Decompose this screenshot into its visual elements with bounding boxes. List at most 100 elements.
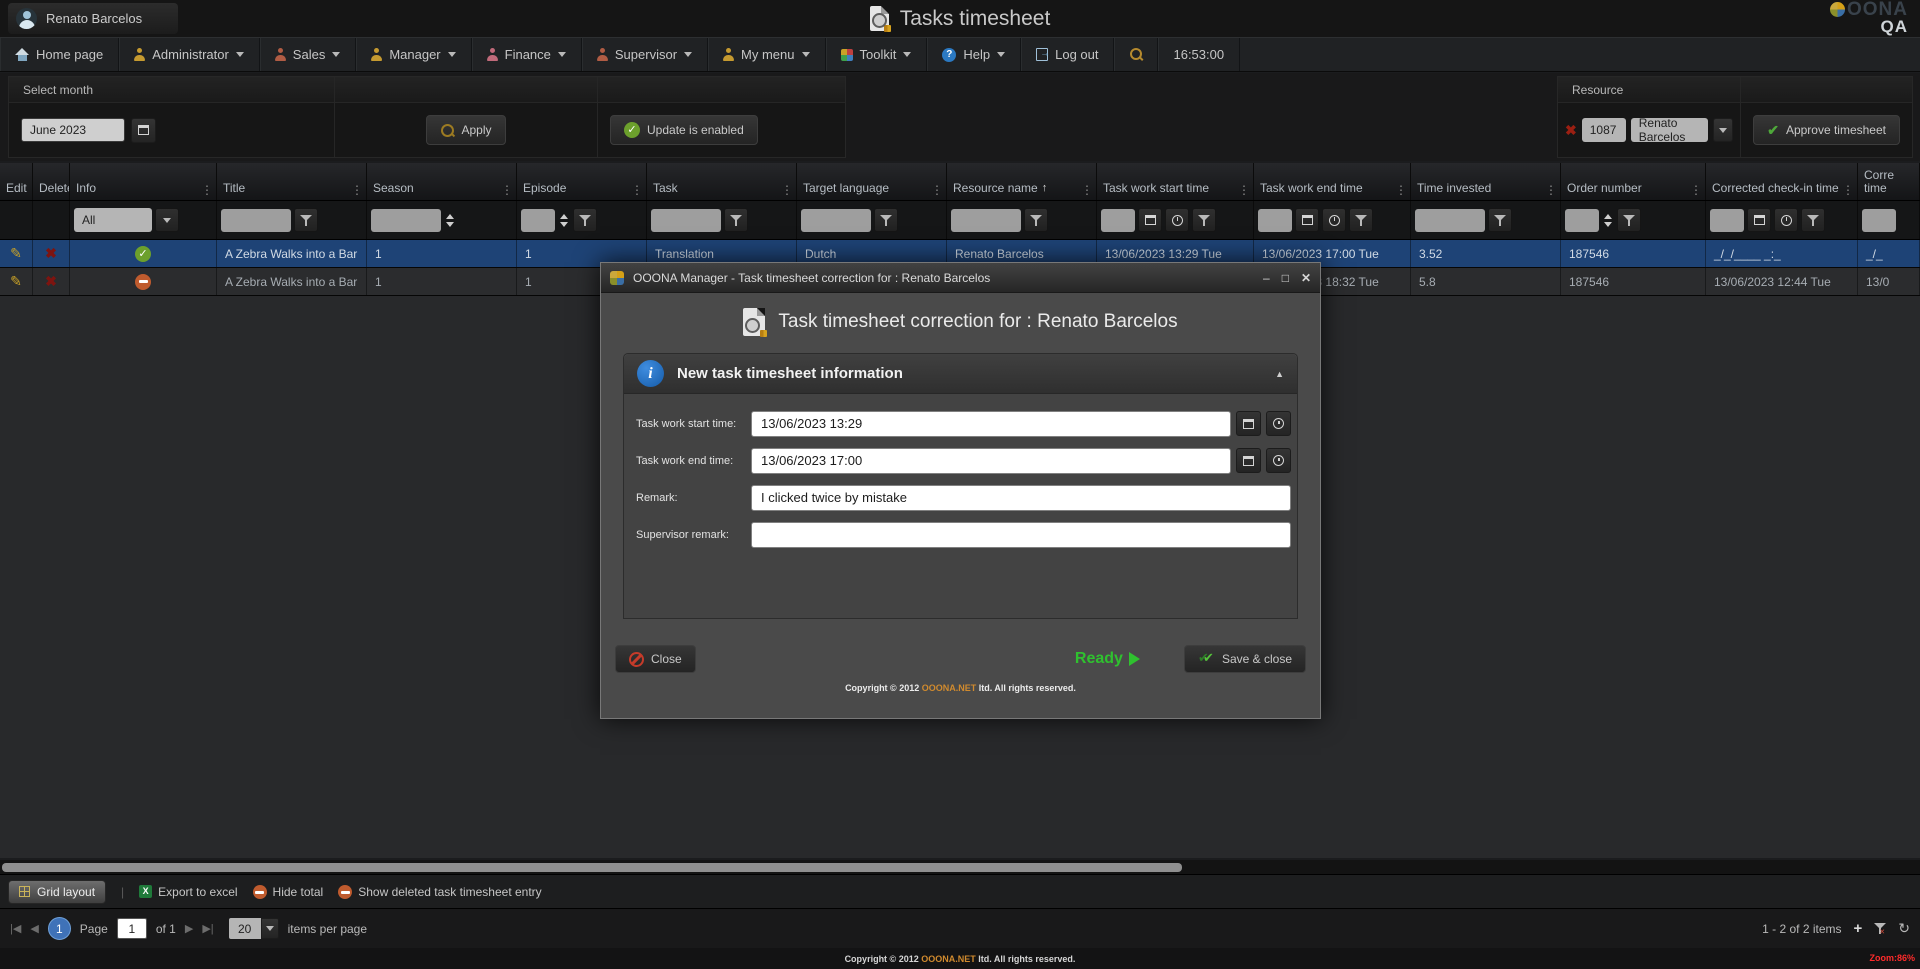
panel-header[interactable]: i New task timesheet information ▲	[624, 354, 1297, 394]
dialog-title-bar[interactable]: OOONA Manager - Task timesheet correctio…	[601, 263, 1320, 293]
filter-input[interactable]	[651, 209, 721, 232]
column-menu-icon[interactable]: ⋮	[1690, 185, 1702, 195]
save-and-close-button[interactable]: Save & close	[1184, 645, 1306, 673]
menu-item-toolkit[interactable]: Toolkit	[826, 38, 928, 71]
filter-input[interactable]	[1258, 209, 1292, 232]
current-page-button[interactable]: 1	[48, 917, 71, 940]
menu-item-my-menu[interactable]: My menu	[708, 38, 825, 71]
column-menu-icon[interactable]: ⋮	[1842, 185, 1854, 195]
column-menu-icon[interactable]: ⋮	[1545, 185, 1557, 195]
apply-button[interactable]: Apply	[426, 115, 505, 145]
last-page-button[interactable]: ▶|	[202, 922, 213, 935]
field-input-task-work-end-time[interactable]	[751, 448, 1231, 474]
column-menu-icon[interactable]: ⋮	[501, 185, 513, 195]
column-header-checkin[interactable]: Corrected check-in time⋮	[1706, 163, 1858, 200]
filter-input[interactable]	[521, 209, 555, 232]
menu-item-home-page[interactable]: Home page	[0, 38, 119, 71]
column-menu-icon[interactable]: ⋮	[201, 185, 213, 195]
column-header-start[interactable]: Task work start time⋮	[1097, 163, 1254, 200]
column-header-title[interactable]: Title⋮	[217, 163, 367, 200]
spinner-control[interactable]	[444, 214, 456, 227]
resource-name-select[interactable]: Renato Barcelos	[1631, 118, 1708, 142]
clear-resource-icon[interactable]: ✖	[1565, 122, 1577, 139]
filter-funnel-button[interactable]	[294, 208, 318, 232]
edit-icon[interactable]: ✎	[10, 273, 22, 290]
filter-funnel-button[interactable]	[1617, 208, 1641, 232]
close-window-button[interactable]: ✕	[1301, 271, 1311, 285]
approve-timesheet-button[interactable]: ✔ Approve timesheet	[1753, 115, 1900, 145]
filter-funnel-button[interactable]	[874, 208, 898, 232]
filter-calendar-button[interactable]	[1295, 208, 1319, 232]
filter-input[interactable]	[221, 209, 291, 232]
column-header-end[interactable]: Task work end time⋮	[1254, 163, 1411, 200]
column-header-task[interactable]: Task⋮	[647, 163, 797, 200]
field-input-remark[interactable]	[751, 485, 1291, 511]
spinner-control[interactable]	[558, 214, 570, 227]
horizontal-scrollbar-thumb[interactable]	[2, 863, 1182, 872]
filter-input[interactable]	[1415, 209, 1485, 232]
hide-total-button[interactable]: Hide total	[253, 885, 324, 899]
menu-item-search[interactable]	[1114, 38, 1158, 71]
first-page-button[interactable]: |◀	[10, 922, 21, 935]
menu-item-sales[interactable]: Sales	[260, 38, 357, 71]
export-to-excel-button[interactable]: Export to excel	[139, 885, 237, 899]
column-menu-icon[interactable]: ⋮	[1081, 185, 1093, 195]
field-input-supervisor-remark[interactable]	[751, 522, 1291, 548]
column-header-order[interactable]: Order number⋮	[1561, 163, 1706, 200]
collapse-icon[interactable]: ▲	[1275, 369, 1284, 379]
field-input-task-work-start-time[interactable]	[751, 411, 1231, 437]
maximize-button[interactable]: □	[1282, 271, 1289, 285]
column-menu-icon[interactable]: ⋮	[781, 185, 793, 195]
cell-delete[interactable]: ✖	[33, 240, 70, 267]
filter-select-value[interactable]: All	[74, 208, 152, 232]
close-button[interactable]: Close	[615, 645, 696, 673]
field-clock-button[interactable]	[1266, 411, 1291, 436]
column-header-episode[interactable]: Episode⋮	[517, 163, 647, 200]
column-menu-icon[interactable]: ⋮	[1395, 185, 1407, 195]
minimize-button[interactable]: –	[1263, 271, 1270, 285]
update-enabled-button[interactable]: Update is enabled	[610, 115, 758, 145]
filter-input[interactable]	[371, 209, 441, 232]
filter-clock-button[interactable]	[1774, 208, 1798, 232]
column-header-season[interactable]: Season⋮	[367, 163, 517, 200]
refresh-icon[interactable]: ↻	[1898, 920, 1910, 937]
filter-calendar-button[interactable]	[1138, 208, 1162, 232]
menu-item-log-out[interactable]: Log out	[1021, 38, 1114, 71]
filter-funnel-button[interactable]	[1349, 208, 1373, 232]
filter-clock-button[interactable]	[1165, 208, 1189, 232]
filter-funnel-button[interactable]	[1192, 208, 1216, 232]
filter-funnel-button[interactable]	[724, 208, 748, 232]
edit-icon[interactable]: ✎	[10, 245, 22, 262]
page-size-dropdown-button[interactable]	[261, 918, 279, 939]
filter-dropdown-button[interactable]	[155, 208, 179, 232]
cell-delete[interactable]: ✖	[33, 268, 70, 295]
previous-page-button[interactable]: ◀	[30, 922, 38, 935]
field-clock-button[interactable]	[1266, 448, 1291, 473]
column-header-target_language[interactable]: Target language⋮	[797, 163, 947, 200]
filter-input[interactable]	[1565, 209, 1599, 232]
menu-item-manager[interactable]: Manager	[356, 38, 471, 71]
column-menu-icon[interactable]: ⋮	[931, 185, 943, 195]
cell-edit[interactable]: ✎	[0, 240, 33, 267]
menu-item-finance[interactable]: Finance	[472, 38, 582, 71]
filter-input[interactable]	[951, 209, 1021, 232]
column-header-invested[interactable]: Time invested⋮	[1411, 163, 1561, 200]
column-header-info[interactable]: Info⋮	[70, 163, 217, 200]
filter-calendar-button[interactable]	[1747, 208, 1771, 232]
field-calendar-button[interactable]	[1236, 411, 1261, 436]
grid-layout-button[interactable]: Grid layout	[8, 880, 106, 904]
filter-funnel-button[interactable]	[573, 208, 597, 232]
cell-edit[interactable]: ✎	[0, 268, 33, 295]
month-input[interactable]	[21, 118, 125, 142]
field-calendar-button[interactable]	[1236, 448, 1261, 473]
current-user-chip[interactable]: Renato Barcelos	[8, 3, 178, 34]
column-header-resource_name[interactable]: Resource name↑⋮	[947, 163, 1097, 200]
filter-input[interactable]	[1101, 209, 1135, 232]
page-number-input[interactable]	[117, 918, 147, 939]
filter-funnel-button[interactable]	[1024, 208, 1048, 232]
filter-input[interactable]	[1710, 209, 1744, 232]
month-calendar-button[interactable]	[131, 118, 156, 143]
menu-item-supervisor[interactable]: Supervisor	[582, 38, 708, 71]
resource-dropdown-button[interactable]	[1713, 118, 1733, 142]
add-entry-icon[interactable]: +	[1854, 920, 1863, 937]
